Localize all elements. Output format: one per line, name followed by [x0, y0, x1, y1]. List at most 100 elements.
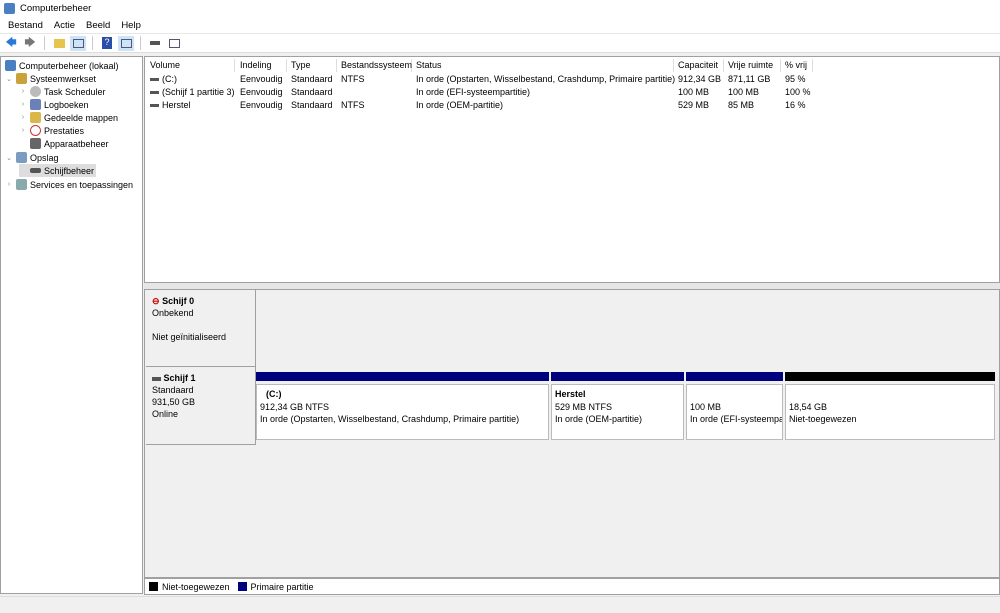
legend: Niet-toegewezen Primaire partitie [144, 578, 1000, 595]
table-cell: 529 MB [678, 100, 710, 110]
shared-folder-icon [30, 112, 41, 123]
disk-type: Onbekend [152, 308, 194, 318]
table-cell: 85 MB [728, 100, 755, 110]
table-cell: Standaard [291, 74, 333, 84]
partition-1[interactable]: Herstel 529 MB NTFS In orde (OEM-partiti… [551, 372, 684, 442]
computer-icon [5, 60, 16, 71]
tree-item-task-scheduler[interactable]: › Task Scheduler [19, 85, 106, 98]
tree-label: Logboeken [44, 99, 89, 110]
partition-3[interactable]: 18,54 GB Niet-toegewezen [785, 372, 995, 442]
column-header-bestandssysteem[interactable]: Bestandssysteem [337, 59, 412, 72]
show-hide-tree-icon[interactable] [70, 35, 86, 51]
storage-icon [16, 152, 27, 163]
column-header-vrije-ruimte[interactable]: Vrije ruimte [724, 59, 781, 72]
volume-icon [150, 78, 159, 82]
disk-icon [152, 376, 161, 381]
table-cell: NTFS [341, 74, 365, 84]
properties-icon[interactable] [166, 36, 182, 51]
toolbar-divider [44, 36, 45, 50]
status-bar [0, 596, 1000, 613]
chevron-right-icon[interactable]: › [19, 114, 27, 121]
tree-label: Gedeelde mappen [44, 112, 119, 123]
table-cell: 912,34 GB [678, 74, 722, 84]
chevron-down-icon[interactable]: ⌄ [5, 75, 13, 83]
partition-bar [686, 372, 783, 381]
disk-0-label[interactable]: ⊖ Schijf 0 Onbekend Niet geïnitialiseerd [146, 290, 256, 367]
volume-icon [150, 104, 159, 108]
table-cell: Eenvoudig [240, 87, 283, 97]
table-cell: In orde (OEM-partitie) [416, 100, 504, 110]
menu-beeld[interactable]: Beeld [82, 20, 117, 31]
menu-actie[interactable]: Actie [50, 20, 82, 31]
partition-box[interactable]: Herstel 529 MB NTFS In orde (OEM-partiti… [551, 384, 684, 440]
tools-icon [16, 73, 27, 84]
chevron-right-icon[interactable]: › [19, 88, 27, 95]
action-pane-icon[interactable] [118, 35, 134, 51]
menu-bestand[interactable]: Bestand [4, 20, 50, 31]
disk-size: 931,50 GB [152, 397, 196, 407]
tree-item-prestaties[interactable]: › Prestaties [19, 124, 84, 137]
partition-status: In orde (Opstarten, Wisselbestand, Crash… [260, 414, 520, 424]
column-header-status[interactable]: Status [412, 59, 674, 72]
tree-item-opslag[interactable]: ⌄ Opslag [5, 151, 59, 164]
disk-name: Schijf 1 [163, 373, 196, 383]
column-header-type[interactable]: Type [287, 59, 337, 72]
chevron-right-icon[interactable]: › [19, 101, 27, 108]
up-folder-icon[interactable] [51, 36, 67, 51]
partition-0[interactable]: (C:) 912,34 GB NTFS In orde (Opstarten, … [256, 372, 549, 442]
table-cell: (C:) [162, 74, 177, 84]
tree-label: Computerbeheer (lokaal) [19, 60, 119, 71]
partition-box[interactable]: 18,54 GB Niet-toegewezen [785, 384, 995, 440]
table-cell: (Schijf 1 partitie 3) [162, 87, 235, 97]
partition-title: Herstel [555, 389, 586, 399]
disk-state: Online [152, 409, 179, 419]
column-header-capaciteit[interactable]: Capaciteit [674, 59, 724, 72]
partition-box[interactable]: (C:) 912,34 GB NTFS In orde (Opstarten, … [256, 384, 549, 440]
tree-item-schijfbeheer[interactable]: Schijfbeheer [19, 164, 97, 177]
partition-box[interactable]: 100 MB In orde (EFI-systeempartitie) [686, 384, 783, 440]
back-icon[interactable]: 🡄 [3, 36, 19, 51]
tree-item-logboeken[interactable]: › Logboeken [19, 98, 89, 111]
column-header-indeling[interactable]: Indeling [236, 59, 287, 72]
tree-item-gedeelde-mappen[interactable]: › Gedeelde mappen [19, 111, 118, 124]
table-cell: 100 % [785, 87, 811, 97]
table-cell: 871,11 GB [728, 74, 771, 84]
table-cell: 100 MB [728, 87, 760, 97]
event-log-icon [30, 99, 41, 110]
chevron-right-icon[interactable]: › [19, 127, 27, 134]
toolbar: 🡄 🡆 ? [0, 34, 1000, 53]
forward-icon[interactable]: 🡆 [22, 36, 38, 51]
legend-primary: Primaire partitie [250, 581, 314, 592]
legend-swatch-primary [237, 582, 247, 591]
window-title: Computerbeheer [20, 3, 92, 14]
table-cell: 95 % [785, 74, 806, 84]
device-manager-icon [30, 138, 41, 149]
disk-1-label[interactable]: Schijf 1 Standaard 931,50 GB Online [146, 367, 256, 445]
table-cell: Eenvoudig [240, 74, 283, 84]
toolbar-divider [140, 36, 141, 50]
tree-label: Task Scheduler [44, 86, 106, 97]
tree-label: Prestaties [44, 125, 85, 136]
tree-item-root[interactable]: Computerbeheer (lokaal) [5, 59, 119, 72]
tree-label: Schijfbeheer [44, 165, 95, 176]
chevron-right-icon[interactable]: › [5, 181, 13, 188]
table-cell: Standaard [291, 87, 333, 97]
column-header-pct-vrij[interactable]: % vrij [781, 59, 813, 72]
tree-item-systeemwerkset[interactable]: ⌄ Systeemwerkset [5, 72, 96, 85]
partition-2[interactable]: 100 MB In orde (EFI-systeempartitie) [686, 372, 783, 442]
chevron-down-icon[interactable]: ⌄ [5, 154, 13, 162]
disk-state: Niet geïnitialiseerd [152, 332, 227, 342]
disk-icon[interactable] [147, 36, 163, 51]
help-icon[interactable]: ? [99, 36, 115, 51]
tree-label: Services en toepassingen [30, 179, 134, 190]
table-cell: NTFS [341, 100, 365, 110]
menu-help[interactable]: Help [117, 20, 148, 31]
table-cell: In orde (EFI-systeempartitie) [416, 87, 531, 97]
tree-item-apparaatbeheer[interactable]: Apparaatbeheer [19, 137, 109, 150]
tree-label: Systeemwerkset [30, 73, 97, 84]
column-header-volume[interactable]: Volume [146, 59, 235, 72]
tree-label: Apparaatbeheer [44, 138, 109, 149]
tree-item-services[interactable]: › Services en toepassingen [5, 178, 133, 191]
partition-status: Niet-toegewezen [789, 414, 857, 424]
volume-icon [150, 91, 159, 95]
